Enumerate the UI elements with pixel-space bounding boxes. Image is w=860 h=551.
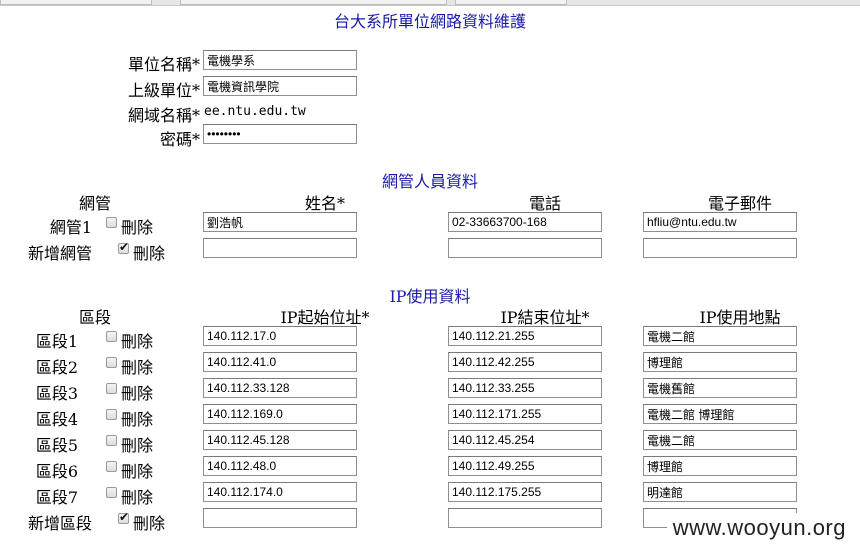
ip-delete-checkbox[interactable] xyxy=(106,487,117,498)
ip-start-input[interactable] xyxy=(203,456,357,476)
ip-delete-checkbox[interactable] xyxy=(106,357,117,368)
ip-location-input[interactable] xyxy=(643,482,797,502)
ip-delete-checkbox[interactable] xyxy=(106,383,117,394)
ip-end-input[interactable] xyxy=(448,404,602,424)
ip-row-label: 區段5 xyxy=(35,436,78,455)
new-segment-start-input[interactable] xyxy=(203,508,357,528)
ip-start-input[interactable] xyxy=(203,352,357,372)
ip-delete-label: 刪除 xyxy=(121,358,154,377)
ip-start-input[interactable] xyxy=(203,404,357,424)
ip-location-input[interactable] xyxy=(643,404,797,424)
new-segment-delete-label: 刪除 xyxy=(133,514,166,533)
new-segment-delete-checkbox[interactable] xyxy=(118,510,129,524)
ip-delete-label: 刪除 xyxy=(121,488,154,507)
browser-tab-fragment[interactable] xyxy=(455,0,567,5)
domain-label: 網域名稱* xyxy=(127,106,200,125)
password-label: 密碼* xyxy=(159,130,200,149)
ip-location-input[interactable] xyxy=(643,430,797,450)
ip-end-input[interactable] xyxy=(448,430,602,450)
admin-name-input[interactable] xyxy=(203,212,357,232)
ip-header-start: IP起始位址* xyxy=(280,308,370,327)
ip-row-label: 區段3 xyxy=(35,384,78,403)
ip-row-label: 區段2 xyxy=(35,358,78,377)
ip-start-input[interactable] xyxy=(203,326,357,346)
ip-start-input[interactable] xyxy=(203,482,357,502)
ip-delete-checkbox[interactable] xyxy=(106,435,117,446)
watermark: www.wooyun.org xyxy=(666,513,852,543)
ip-start-input[interactable] xyxy=(203,430,357,450)
ip-start-input[interactable] xyxy=(203,378,357,398)
new-segment-label: 新增區段 xyxy=(27,514,92,533)
domain-value: ee.ntu.edu.tw xyxy=(204,104,306,119)
ip-row-label: 區段4 xyxy=(35,410,78,429)
browser-tab-fragment[interactable] xyxy=(0,0,152,5)
parent-unit-input[interactable] xyxy=(203,76,357,96)
ip-location-input[interactable] xyxy=(643,326,797,346)
ip-row-label: 區段6 xyxy=(35,462,78,481)
unit-name-input[interactable] xyxy=(203,50,357,70)
ip-end-input[interactable] xyxy=(448,482,602,502)
ip-location-input[interactable] xyxy=(643,352,797,372)
parent-unit-label: 上級單位* xyxy=(127,81,200,100)
admins-header-email: 電子郵件 xyxy=(707,194,772,213)
admin-delete-label: 刪除 xyxy=(121,218,154,237)
ip-delete-label: 刪除 xyxy=(121,462,154,481)
browser-top-edge xyxy=(0,0,860,6)
ip-location-input[interactable] xyxy=(643,456,797,476)
admins-header-name: 姓名* xyxy=(304,194,345,213)
ip-delete-label: 刪除 xyxy=(121,384,154,403)
ip-delete-checkbox[interactable] xyxy=(106,409,117,420)
ip-delete-label: 刪除 xyxy=(121,410,154,429)
ip-location-input[interactable] xyxy=(643,378,797,398)
ip-end-input[interactable] xyxy=(448,352,602,372)
ip-delete-label: 刪除 xyxy=(121,436,154,455)
new-admin-name-input[interactable] xyxy=(203,238,357,258)
admin-email-input[interactable] xyxy=(643,212,797,232)
admin-delete-checkbox[interactable] xyxy=(106,217,117,228)
new-admin-phone-input[interactable] xyxy=(448,238,602,258)
new-admin-delete-label: 刪除 xyxy=(133,244,166,263)
admins-header-phone: 電話 xyxy=(528,194,561,213)
ip-row-label: 區段7 xyxy=(35,488,78,507)
ip-end-input[interactable] xyxy=(448,326,602,346)
unit-name-label: 單位名稱* xyxy=(127,55,200,74)
new-admin-label: 新增網管 xyxy=(27,244,92,263)
ip-delete-checkbox[interactable] xyxy=(106,461,117,472)
ip-header-segment: 區段 xyxy=(78,308,111,327)
ip-delete-checkbox[interactable] xyxy=(106,331,117,342)
page-title: 台大系所單位網路資料維護 xyxy=(333,12,526,31)
admin-phone-input[interactable] xyxy=(448,212,602,232)
ip-delete-label: 刪除 xyxy=(121,332,154,351)
ip-end-input[interactable] xyxy=(448,456,602,476)
admins-header-admin: 網管 xyxy=(78,194,111,213)
admins-section-title: 網管人員資料 xyxy=(381,172,478,191)
new-segment-end-input[interactable] xyxy=(448,508,602,528)
ip-header-end: IP結束位址* xyxy=(500,308,590,327)
password-input[interactable] xyxy=(203,124,357,144)
ip-end-input[interactable] xyxy=(448,378,602,398)
admin-row-label: 網管1 xyxy=(49,218,92,237)
new-admin-delete-checkbox[interactable] xyxy=(118,240,129,254)
ip-header-location: IP使用地點 xyxy=(699,308,781,327)
new-admin-email-input[interactable] xyxy=(643,238,797,258)
browser-tab-fragment[interactable] xyxy=(180,0,447,5)
ip-row-label: 區段1 xyxy=(35,332,78,351)
